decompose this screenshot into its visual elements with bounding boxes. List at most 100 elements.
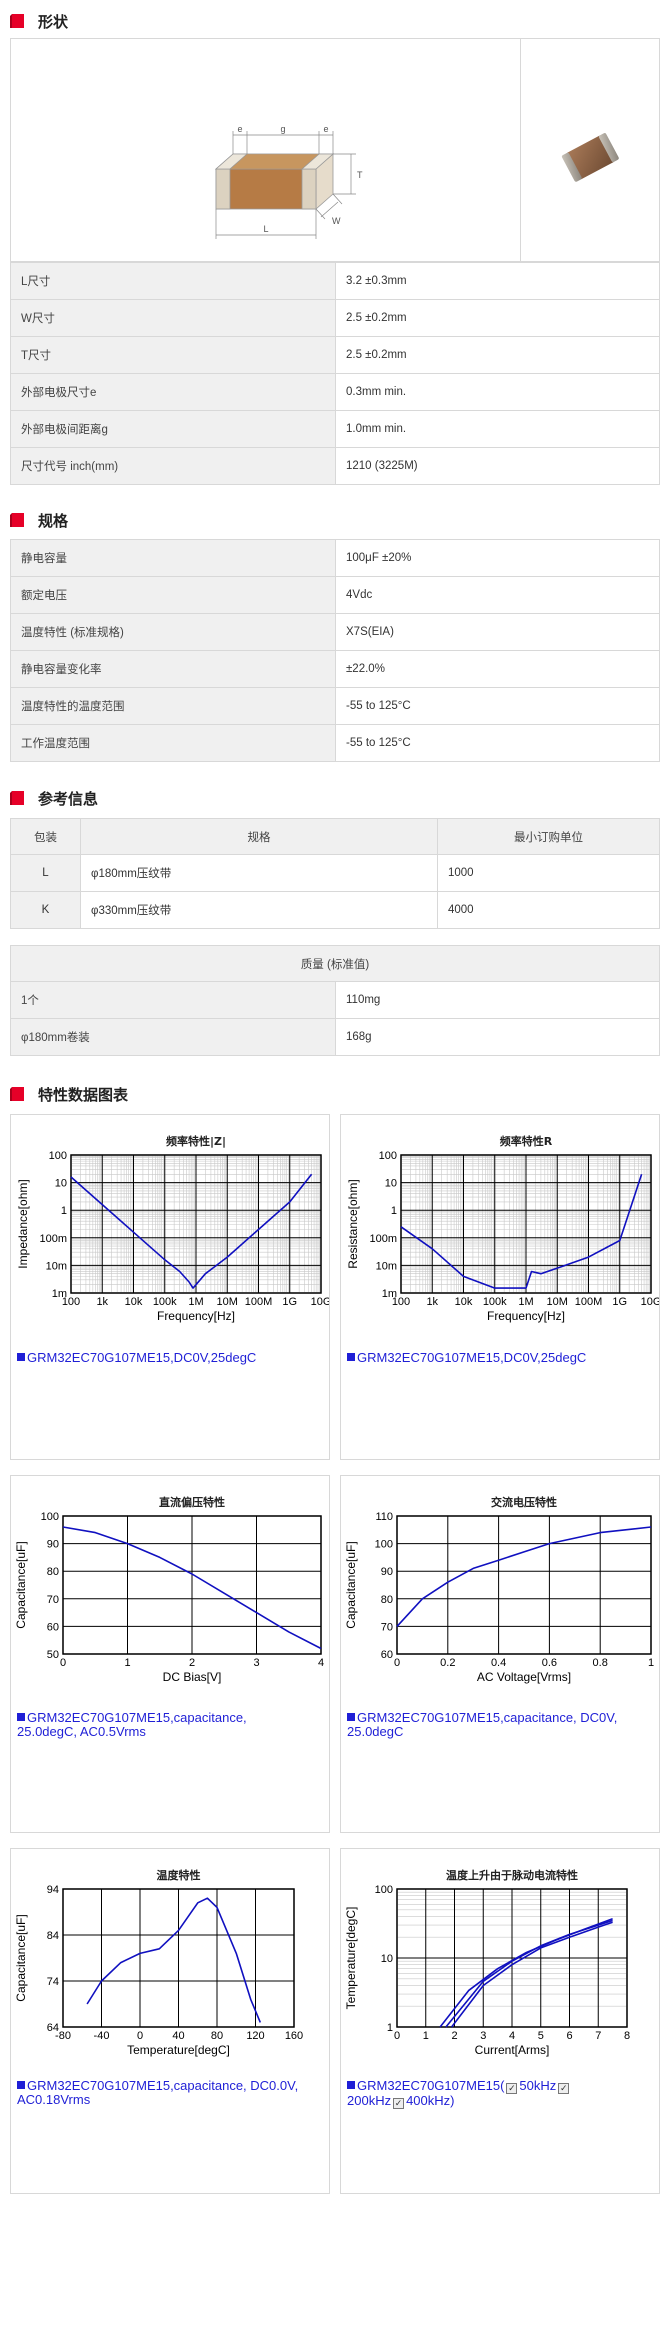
mass-table: 质量 (标准值) 1个 110mg φ180mm卷装 168g — [10, 945, 660, 1056]
x-tick-label: 4 — [509, 2030, 515, 2042]
y-tick-label: 64 — [47, 2022, 59, 2034]
dim-label-g: g — [280, 124, 285, 134]
row-key: 工作温度范围 — [10, 724, 336, 762]
y-tick-label: 90 — [381, 1566, 393, 1578]
impedance-chart: 频率特性|Z|100 1k 10k 100k 1M 10M 100M 1G 10G1001011… — [16, 1134, 329, 1323]
red-flag-icon — [10, 12, 26, 30]
section-header-shape: 形状 — [0, 4, 670, 38]
x-tick-label: 6 — [566, 2030, 572, 2042]
pack-code: K — [10, 891, 81, 929]
row-key: L尺寸 — [10, 262, 336, 300]
section-title-charts: 特性数据图表 — [38, 1085, 129, 1104]
red-flag-icon — [10, 789, 26, 807]
x-tick-label: 100k — [483, 1296, 507, 1308]
ripple-current-chart: 温度上升由于脉动电流特性0 1 2 3 4 5 6 7 8100101Current[Arms]… — [344, 1868, 630, 2057]
chart-card-impedance: 频率特性|Z| 100 1k 10k 100k 1M 10M 100M 1G 10G 100 10 1 1… — [10, 1114, 330, 1460]
row-value: 2.5 ±0.2mm — [335, 336, 660, 374]
legend-400khz-label: 400kHz) — [406, 2093, 455, 2108]
shape-table: L尺寸 3.2 ±0.3mm W尺寸 2.5 ±0.2mm T尺寸 2.5 ±0.2mm 外… — [10, 262, 660, 485]
pack-min-order: 4000 — [437, 891, 660, 929]
checkbox-50khz[interactable]: ✓ — [506, 2083, 518, 2094]
x-tick-label: 1 — [423, 2030, 429, 2042]
row-value: 4Vdc — [335, 576, 660, 614]
x-axis-label: AC Voltage[Vrms] — [477, 1670, 571, 1684]
x-tick-label: 1M — [518, 1296, 533, 1308]
x-tick-label: 1k — [96, 1296, 108, 1308]
legend-text: GRM32EC70G107ME15( — [357, 2078, 505, 2093]
y-tick-label: 1 — [387, 2022, 393, 2034]
dc-bias-chart: 直流偏压特性 0 1 2 3 4 100 90 80 70 60 50 DC Bias[V] Capaci… — [14, 1495, 324, 1684]
chart-title: 频率特性|Z| — [166, 1134, 226, 1148]
y-axis-label: Capacitance[uF] — [14, 1541, 28, 1628]
chart-card-ac-voltage: 交流电压特性 0 0.2 0.4 0.6 0.8 1 110 100 90 80 70 60 AC Vol… — [340, 1475, 660, 1833]
chart-title: 交流电压特性 — [491, 1495, 557, 1509]
checkbox-400khz[interactable]: ✓ — [393, 2098, 405, 2109]
table-row: φ180mm卷装 168g — [10, 1018, 660, 1056]
pack-code: L — [10, 854, 81, 892]
table-row: W尺寸 2.5 ±0.2mm — [10, 299, 660, 337]
y-tick-label: 10m — [376, 1260, 397, 1272]
legend-square-icon — [17, 1713, 25, 1721]
y-tick-label: 10 — [55, 1178, 67, 1190]
row-value: 0.3mm min. — [335, 373, 660, 411]
chart-title: 温度上升由于脉动电流特性 — [446, 1868, 578, 1882]
row-key: 温度特性的温度范围 — [10, 687, 336, 725]
x-tick-label: 3 — [480, 2030, 486, 2042]
y-tick-label: 70 — [381, 1621, 393, 1633]
y-tick-label: 80 — [381, 1594, 393, 1606]
x-tick-label: 120 — [246, 2030, 264, 2042]
y-tick-label: 1m — [382, 1288, 397, 1300]
legend-200khz-label: 200kHz — [347, 2093, 392, 2108]
x-tick-label: 2 — [189, 1657, 195, 1669]
col-header-spec: 规格 — [80, 818, 438, 855]
row-key: W尺寸 — [10, 299, 336, 337]
row-key: 温度特性 (标准规格) — [10, 613, 336, 651]
x-axis-label: Current[Arms] — [475, 2043, 550, 2057]
x-tick-label: 160 — [285, 2030, 303, 2042]
section-header-spec: 规格 — [0, 501, 670, 539]
x-tick-label: 10M — [217, 1296, 238, 1308]
x-tick-label: 10G — [641, 1296, 659, 1308]
resistance-chart: 频率特性R100 1k 10k 100k 1M 10M 100M 1G 10G100101100… — [346, 1134, 659, 1323]
row-value: 2.5 ±0.2mm — [335, 299, 660, 337]
y-axis-label: Capacitance[uF] — [344, 1541, 358, 1628]
ac-voltage-chart: 交流电压特性 0 0.2 0.4 0.6 0.8 1 110 100 90 80 70 60 AC Vol… — [344, 1495, 654, 1684]
chart-legend: GRM32EC70G107ME15,capacitance, 25.0degC,… — [17, 1711, 307, 1739]
chart-legend: GRM32EC70G107ME15,DC0V,25degC — [347, 1351, 586, 1365]
y-tick-label: 10 — [385, 1178, 397, 1190]
checkbox-200khz[interactable]: ✓ — [558, 2083, 570, 2094]
y-axis-label: Temperature[degC] — [344, 1907, 358, 2010]
x-tick-label: 1G — [612, 1296, 627, 1308]
dim-label-W: W — [332, 216, 341, 226]
x-tick-label: 0 — [394, 1657, 400, 1669]
row-value: 1.0mm min. — [335, 410, 660, 448]
legend-text: GRM32EC70G107ME15,capacitance, DC0.0V, A… — [17, 2078, 299, 2107]
table-row: 1个 110mg — [10, 981, 660, 1019]
x-tick-label: 0.2 — [440, 1657, 455, 1669]
table-row: 尺寸代号 inch(mm) 1210 (3225M) — [10, 447, 660, 485]
y-tick-label: 74 — [47, 1976, 59, 1988]
row-value: X7S(EIA) — [335, 613, 660, 651]
temperature-chart: 温度特性-80 -40 0 40 80 120 16094847464Temperature… — [14, 1868, 303, 2057]
spec-table: 静电容量 100μF ±20% 额定电压 4Vdc 温度特性 (标准规格) X7S(EIA… — [10, 539, 660, 762]
x-axis-label: Frequency[Hz] — [487, 1309, 565, 1323]
x-tick-label: 1 — [124, 1657, 130, 1669]
y-tick-label: 1 — [391, 1205, 397, 1217]
x-tick-label: 4 — [318, 1657, 324, 1669]
col-header-packaging: 包装 — [10, 818, 81, 855]
x-tick-label: 1M — [188, 1296, 203, 1308]
capacitor-chip-image — [561, 133, 619, 182]
row-value: ±22.0% — [335, 650, 660, 688]
table-row: L φ180mm压纹带 1000 — [10, 854, 660, 892]
legend-text: GRM32EC70G107ME15,capacitance, DC0V, 25.… — [347, 1710, 618, 1739]
x-tick-label: 0 — [394, 2030, 400, 2042]
y-tick-label: 100 — [41, 1511, 59, 1523]
dim-label-L: L — [263, 224, 268, 234]
section-title-ref: 参考信息 — [38, 789, 99, 808]
mass-value: 168g — [335, 1018, 660, 1056]
x-tick-label: 7 — [595, 2030, 601, 2042]
section-header-charts: 特性数据图表 — [0, 1074, 670, 1114]
y-axis-label: Capacitance[uF] — [14, 1914, 28, 2001]
y-tick-label: 60 — [381, 1649, 393, 1661]
packaging-table: 包装 规格 最小订购单位 L φ180mm压纹带 1000 K φ330mm压纹… — [10, 818, 660, 929]
